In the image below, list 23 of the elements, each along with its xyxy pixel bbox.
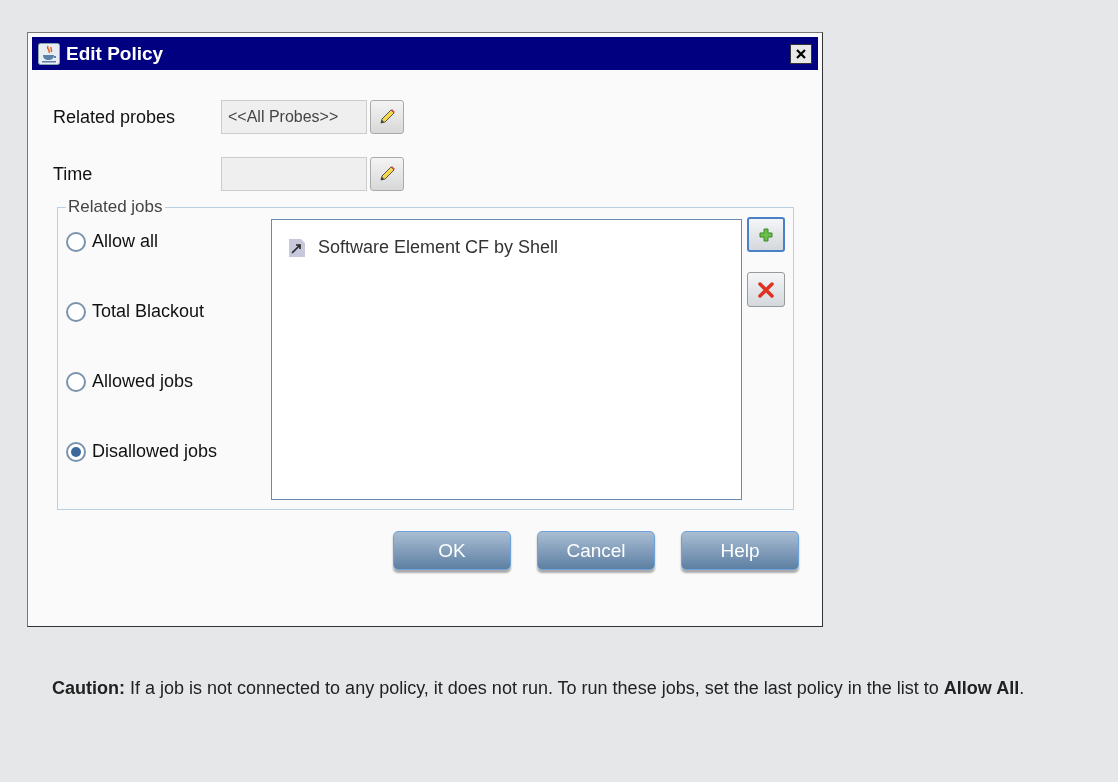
pencil-icon (377, 107, 397, 127)
pencil-icon (377, 164, 397, 184)
field-label: Related probes (53, 106, 177, 128)
caution-note: Caution: If a job is not connected to any policy, it does not run. To run these jobs, set the last policy in the list to Allow All. (52, 677, 1026, 700)
value-field: <<All Probes>> (221, 100, 367, 134)
list-item[interactable]: Software Element CF by Shell (318, 237, 559, 258)
delete-icon (757, 280, 775, 299)
coffee-cup-icon (38, 42, 60, 65)
plus-icon (758, 226, 774, 243)
close-icon (795, 47, 807, 60)
radio-option[interactable]: Total Blackout (66, 301, 205, 322)
radio-option[interactable]: Allow all (66, 231, 159, 252)
add-button[interactable] (747, 217, 785, 252)
group-label: Related jobs (67, 197, 164, 217)
field-label: Time (53, 163, 94, 185)
delete-button[interactable] (747, 272, 785, 307)
radio-option[interactable]: Disallowed jobs (66, 441, 218, 462)
radio-option[interactable]: Allowed jobs (66, 371, 194, 392)
document-icon (288, 237, 306, 258)
edit-button[interactable] (370, 157, 404, 191)
window-title: Edit Policy (66, 42, 165, 65)
edit-button[interactable] (370, 100, 404, 134)
close-button[interactable] (790, 43, 812, 64)
